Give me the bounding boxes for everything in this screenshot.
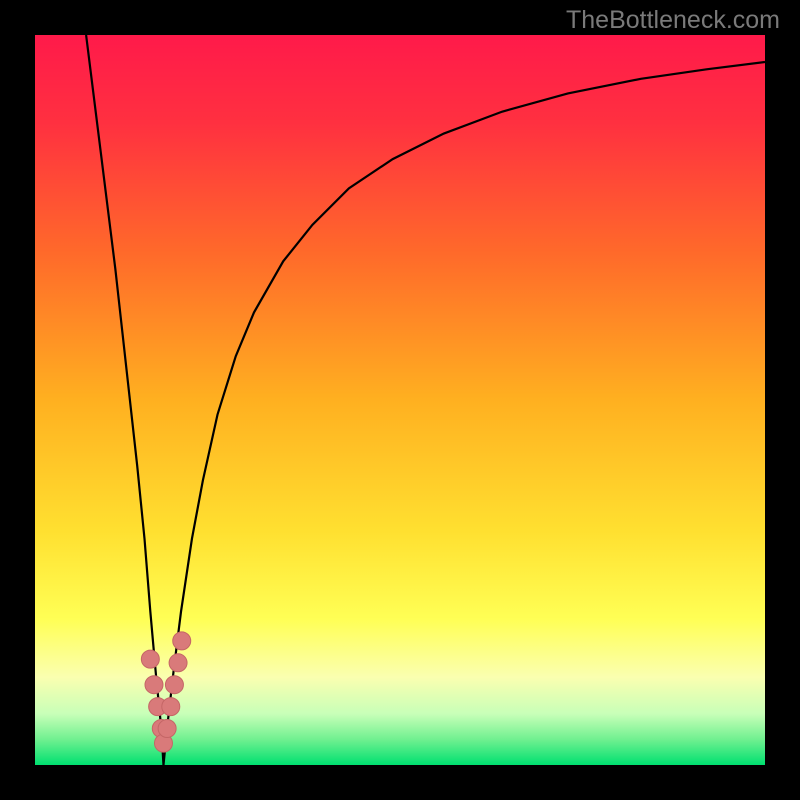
marker-point <box>169 654 187 672</box>
marker-point <box>162 698 180 716</box>
marker-point <box>145 676 163 694</box>
marker-point <box>141 650 159 668</box>
chart-svg <box>35 35 765 765</box>
chart-frame: TheBottleneck.com <box>0 0 800 800</box>
marker-point <box>158 720 176 738</box>
marker-point <box>173 632 191 650</box>
plot-area <box>35 35 765 765</box>
marker-point <box>165 676 183 694</box>
watermark-text: TheBottleneck.com <box>566 6 780 35</box>
